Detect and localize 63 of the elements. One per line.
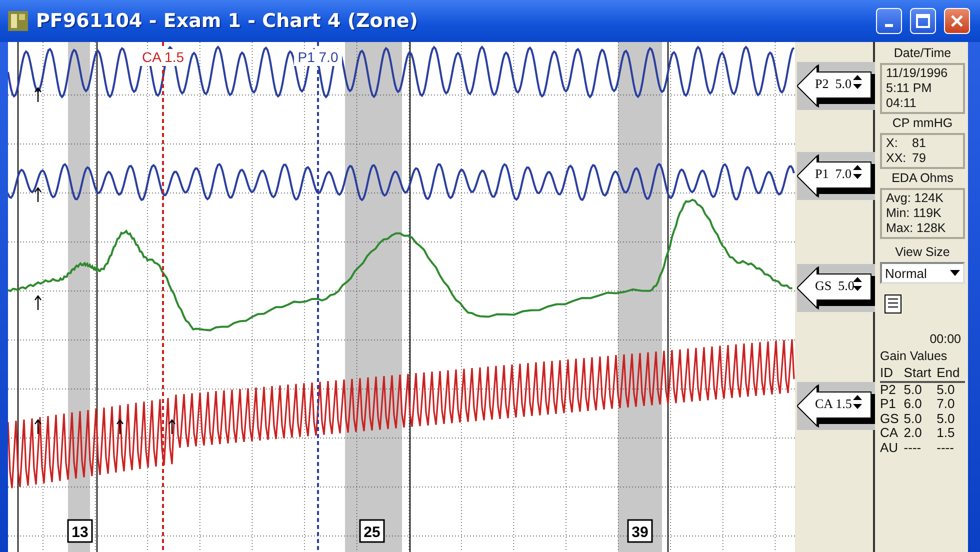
- up-arrow-icon: [168, 419, 176, 435]
- table-cell: AU: [880, 440, 904, 455]
- section-label: EDA Ohms: [890, 171, 954, 186]
- table-cell-text: 1.5: [936, 426, 956, 440]
- table-cell: 5.0: [904, 382, 937, 397]
- table-cell-text: 7.0: [936, 397, 956, 412]
- up-arrow-icon: [34, 87, 42, 103]
- table-cell-text: 2.0: [904, 426, 923, 440]
- section-label: CP mmHG: [891, 116, 954, 131]
- info-value: 81: [912, 136, 926, 151]
- app-icon: [8, 11, 28, 31]
- column-header: Start: [904, 366, 937, 382]
- table-cell: P1: [880, 397, 904, 412]
- event-marker-label: P1 7.0: [294, 49, 342, 66]
- spinner-icon: [853, 277, 862, 291]
- column-header: ID: [880, 366, 904, 382]
- view-size-dropdown[interactable]: Normal: [880, 262, 965, 284]
- table-cell-text: 5.0: [904, 412, 923, 426]
- up-arrow-icon: [116, 419, 124, 435]
- minimize-button[interactable]: [876, 8, 902, 34]
- info-text: Max: 128K: [886, 221, 947, 236]
- table-cell-text: 5.0: [936, 412, 956, 426]
- dropdown-caret-icon: [950, 270, 960, 276]
- maximize-icon: [916, 14, 930, 28]
- table-cell: P2: [880, 382, 904, 397]
- spinner-icon: [853, 75, 862, 89]
- close-icon: [950, 14, 964, 28]
- table-cell: 5.0: [936, 382, 965, 397]
- info-text: Avg: 124K: [886, 191, 944, 206]
- info-label: X:: [886, 136, 899, 151]
- window-title: PF961104 - Exam 1 - Chart 4 (Zone): [36, 8, 419, 34]
- section-label: Gain Values: [880, 349, 948, 364]
- column-header: End: [936, 366, 965, 382]
- info-text: 5:11 PM: [886, 81, 933, 96]
- gain-arrow[interactable]: GS 5.0: [797, 264, 875, 312]
- question-number: 13: [67, 519, 93, 543]
- spinner-icon: [853, 165, 862, 179]
- table-cell: CA: [880, 426, 904, 440]
- up-arrow-icon: [34, 295, 42, 311]
- table-cell-text: ----: [904, 440, 922, 455]
- timer-text: 00:00: [928, 332, 962, 347]
- section-label: View Size: [894, 245, 951, 260]
- up-arrow-icon: [34, 419, 42, 435]
- gain-arrow[interactable]: P2 5.0: [797, 62, 875, 110]
- info-text: 04:11: [886, 96, 918, 111]
- table-cell-text: 6.0: [904, 397, 923, 412]
- gain-arrow[interactable]: P1 7.0: [797, 152, 875, 200]
- table-cell: GS: [880, 412, 904, 426]
- spinner-icon: [853, 395, 862, 409]
- close-button[interactable]: [944, 8, 970, 34]
- up-arrow-icon: [34, 187, 42, 203]
- table-cell-text: ----: [936, 440, 955, 455]
- maximize-button[interactable]: [910, 8, 936, 34]
- section-label: Date/Time: [892, 46, 952, 61]
- minimize-icon: [885, 24, 893, 27]
- info-value: 79: [912, 151, 926, 166]
- gain-arrow[interactable]: CA 1.5: [797, 382, 875, 430]
- notes-icon[interactable]: [884, 294, 902, 314]
- question-number: 39: [627, 519, 653, 543]
- info-text: 11/19/1996: [886, 66, 949, 81]
- info-text: Min: 119K: [886, 206, 942, 221]
- info-label: XX:: [886, 151, 908, 166]
- question-number: 25: [359, 519, 385, 543]
